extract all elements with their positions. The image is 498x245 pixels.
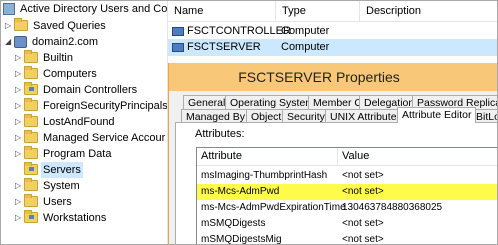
mmc-window: Active Directory Users and Com ▷ Saved Qu… — [0, 0, 498, 245]
grid-header: Attribute Value — [197, 148, 497, 166]
expand-arrow-icon[interactable]: ▷ — [15, 194, 24, 210]
expand-arrow-icon[interactable]: ▷ — [15, 178, 24, 194]
computer-icon — [172, 42, 184, 52]
expand-arrow-icon[interactable]: ▷ — [15, 146, 24, 162]
tree-item-label: Workstations — [43, 212, 107, 224]
attributes-label: Attributes: — [195, 128, 245, 140]
folder-icon — [14, 18, 28, 31]
folder-icon — [24, 146, 38, 159]
attribute-value: <not set> — [342, 186, 384, 197]
attribute-name: mSMQDigestsMig — [201, 234, 282, 245]
tab-managed-by[interactable]: Managed By — [181, 109, 250, 123]
attribute-row[interactable]: mSMQDigests <not set> — [197, 216, 497, 232]
attribute-row-highlighted[interactable]: ms-Mcs-AdmPwd <not set> — [197, 184, 497, 200]
computer-name: FSCTSERVER — [187, 41, 261, 53]
tab-object[interactable]: Object — [246, 109, 287, 123]
column-header-name[interactable]: Name — [168, 1, 276, 21]
attribute-row[interactable]: mSMQDigestsMig <not set> — [197, 232, 497, 245]
computer-type: Computer — [281, 41, 330, 53]
tree-item-label: Program Data — [43, 148, 112, 160]
expand-arrow-icon[interactable]: ▷ — [15, 98, 24, 114]
column-header-description[interactable]: Description — [360, 1, 497, 21]
tree-item-root[interactable]: Active Directory Users and Com — [3, 1, 168, 17]
tree-item-label: Computers — [43, 68, 97, 80]
tree-item-domain[interactable]: ◢ domain2.com — [5, 34, 100, 50]
attribute-value: <not set> — [342, 170, 384, 181]
tree-item-servers[interactable]: Servers — [15, 162, 83, 178]
attribute-value: <not set> — [342, 234, 384, 245]
collapse-arrow-icon[interactable]: ◢ — [5, 34, 14, 50]
tab-security[interactable]: Security — [282, 109, 330, 123]
tree-item-label: Builtin — [43, 52, 73, 64]
attributes-grid: Attribute Value msImaging-ThumbprintHash… — [196, 147, 497, 245]
tree-item-lost-and-found[interactable]: ▷ LostAndFound — [15, 114, 117, 130]
expand-arrow-icon[interactable]: ▷ — [15, 114, 24, 130]
aduc-console-icon — [3, 3, 15, 15]
folder-icon — [24, 50, 38, 63]
folder-icon — [24, 178, 38, 191]
column-header-attribute[interactable]: Attribute — [197, 148, 338, 165]
tab-attribute-editor[interactable]: Attribute Editor — [397, 107, 477, 123]
computer-name: FSCTCONTROLLER — [187, 25, 291, 37]
tree-item-domain-controllers[interactable]: ▷ Domain Controllers — [15, 82, 139, 98]
folder-icon — [24, 66, 38, 79]
column-header-type[interactable]: Type — [276, 1, 360, 21]
attribute-row[interactable]: ms-Mcs-AdmPwdExpirationTime 130463784880… — [197, 200, 497, 216]
tree-item-label: Servers — [41, 162, 83, 178]
ou-icon — [24, 162, 38, 175]
object-list: Name Type Description FSCTCONTROLLER Com… — [168, 1, 497, 61]
tree-item-label: Domain Controllers — [43, 84, 138, 96]
attribute-name: ms-Mcs-AdmPwdExpirationTime — [201, 202, 346, 213]
tree-item-program-data[interactable]: ▷ Program Data — [15, 146, 113, 162]
tree-item-label: Active Directory Users and Com — [20, 3, 168, 15]
expand-arrow-icon[interactable]: ▷ — [15, 210, 24, 226]
tree-item-label: Saved Queries — [33, 20, 106, 32]
tree-item-label: domain2.com — [32, 36, 99, 48]
tree-item-label: LostAndFound — [43, 116, 115, 128]
computer-icon — [172, 26, 184, 36]
tab-operating-system[interactable]: Operating System — [225, 95, 320, 109]
console-tree: Active Directory Users and Com ▷ Saved Qu… — [1, 1, 168, 244]
tree-item-workstations[interactable]: ▷ Workstations — [15, 210, 108, 226]
expand-arrow-icon[interactable]: ▷ — [5, 18, 14, 34]
dialog-titlebar[interactable]: FSCTSERVER Properties — [169, 63, 497, 91]
expand-arrow-icon[interactable]: ▷ — [15, 82, 24, 98]
attribute-value: <not set> — [342, 218, 384, 229]
column-header-value[interactable]: Value — [338, 148, 497, 165]
expand-arrow-icon[interactable]: ▷ — [15, 130, 24, 146]
tree-item-label: Users — [43, 196, 72, 208]
tab-general[interactable]: General — [183, 95, 231, 109]
tree-item-saved-queries[interactable]: ▷ Saved Queries — [5, 18, 108, 34]
tree-item-label: ForeignSecurityPrincipals — [43, 100, 168, 112]
tree-item-computers[interactable]: ▷ Computers — [15, 66, 99, 82]
folder-icon — [24, 114, 38, 127]
tree-item-label: Managed Service Accour — [43, 132, 166, 144]
list-row-selected[interactable]: FSCTSERVER Computer — [168, 39, 497, 56]
expand-arrow-icon[interactable]: ▷ — [15, 66, 24, 82]
attribute-name: msImaging-ThumbprintHash — [201, 170, 328, 181]
folder-icon — [24, 194, 38, 207]
properties-dialog: FSCTSERVER Properties General Operating … — [168, 63, 497, 245]
expand-arrow-icon[interactable]: ▷ — [15, 50, 24, 66]
domain-icon — [14, 36, 27, 48]
ou-icon — [24, 210, 38, 223]
dialog-title: FSCTSERVER Properties — [238, 69, 400, 85]
tree-item-managed-service-accounts[interactable]: ▷ Managed Service Accour — [15, 130, 167, 146]
computer-type: Computer — [281, 25, 330, 37]
list-header: Name Type Description — [168, 1, 497, 22]
attribute-row[interactable]: msImaging-ThumbprintHash <not set> — [197, 168, 497, 184]
attribute-name: ms-Mcs-AdmPwd — [201, 186, 280, 197]
attribute-name: mSMQDigests — [201, 218, 266, 229]
tree-item-builtin[interactable]: ▷ Builtin — [15, 50, 75, 66]
attribute-value: 130463784880368025 — [342, 202, 443, 213]
tab-unix-attributes[interactable]: UNIX Attributes — [325, 109, 407, 123]
tree-item-foreign-security-principals[interactable]: ▷ ForeignSecurityPrincipals — [15, 98, 168, 114]
tree-item-label: System — [43, 180, 80, 192]
tree-item-users[interactable]: ▷ Users — [15, 194, 74, 210]
folder-icon — [24, 130, 38, 143]
tree-item-system[interactable]: ▷ System — [15, 178, 82, 194]
list-row[interactable]: FSCTCONTROLLER Computer — [168, 23, 497, 40]
ou-icon — [24, 82, 38, 95]
folder-icon — [24, 98, 38, 111]
